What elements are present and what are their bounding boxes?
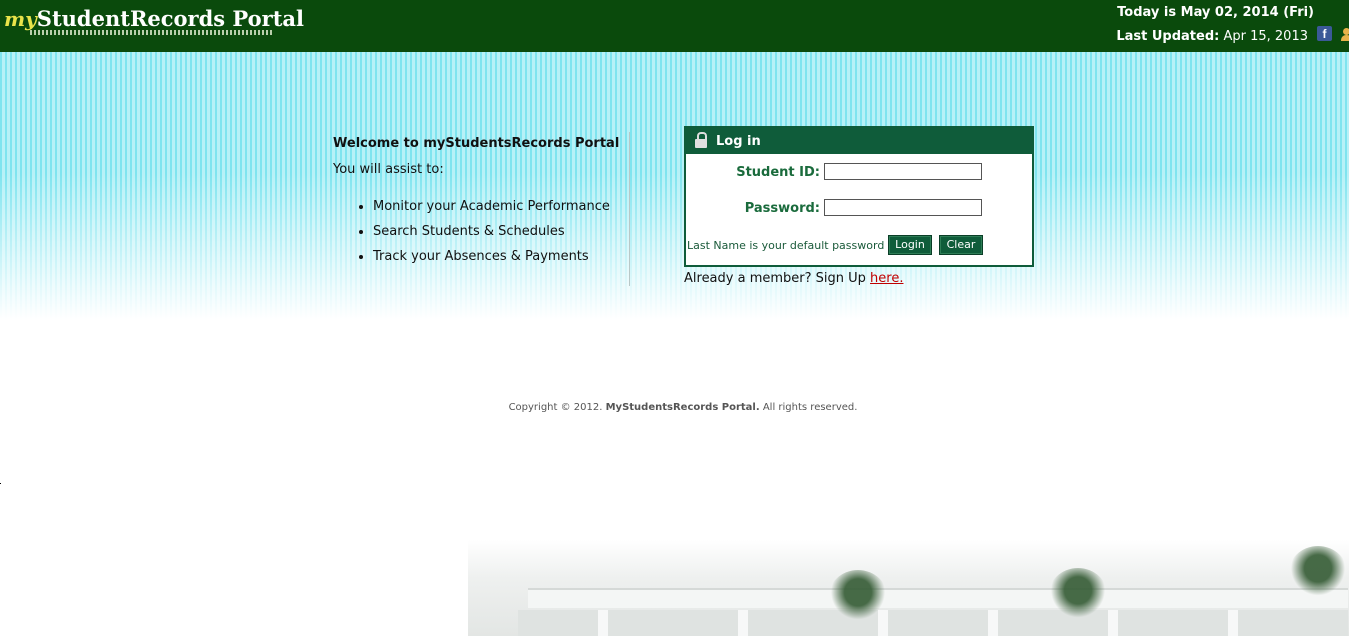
copyright-prefix: Copyright © 2012. xyxy=(508,402,606,413)
login-title: Log in xyxy=(716,134,761,149)
signup-text: Already a member? Sign Up xyxy=(684,271,871,286)
password-hint: Last Name is your default password xyxy=(687,239,885,252)
password-input[interactable] xyxy=(824,199,982,216)
login-header: Log in xyxy=(686,128,1032,154)
signup-link[interactable]: here. xyxy=(870,271,903,286)
logo-prefix: my xyxy=(4,7,37,31)
vertical-divider xyxy=(629,132,630,286)
facebook-icon[interactable]: f xyxy=(1317,26,1332,41)
last-updated-value: Apr 15, 2013 xyxy=(1223,29,1308,44)
student-id-label: Student ID: xyxy=(736,165,820,180)
campus-building-image xyxy=(468,540,1349,636)
logo-underline-decoration xyxy=(30,30,274,35)
logo-title: StudentRecords Portal xyxy=(36,6,305,31)
header-bar: myStudentRecords Portal Today is May 02,… xyxy=(0,0,1349,52)
list-item: Monitor your Academic Performance xyxy=(373,199,623,214)
list-item: Search Students & Schedules xyxy=(373,224,623,239)
copyright-name: MyStudentsRecords Portal. xyxy=(605,402,760,413)
list-item: Track your Absences & Payments xyxy=(373,249,623,264)
clear-button[interactable]: Clear xyxy=(939,235,983,255)
welcome-title: Welcome to myStudentsRecords Portal xyxy=(333,136,620,151)
last-updated: Last Updated: Apr 15, 2013 xyxy=(1116,29,1308,44)
login-button[interactable]: Login xyxy=(888,235,932,255)
feature-list: Monitor your Academic Performance Search… xyxy=(333,199,623,264)
last-updated-label: Last Updated: xyxy=(1116,29,1220,44)
welcome-panel: Welcome to myStudentsRecords Portal You … xyxy=(333,136,623,274)
striped-banner xyxy=(0,52,1349,320)
user-icon[interactable] xyxy=(1341,28,1349,42)
copyright-suffix: All rights reserved. xyxy=(759,402,858,413)
lock-icon xyxy=(695,132,707,148)
password-label: Password: xyxy=(744,201,820,216)
signup-prompt: Already a member? Sign Up here. xyxy=(684,271,903,286)
today-date: Today is May 02, 2014 (Fri) xyxy=(1117,5,1314,20)
welcome-subtitle: You will assist to: xyxy=(333,162,444,177)
student-id-input[interactable] xyxy=(824,163,982,180)
login-panel: Log in Student ID: Password: Last Name i… xyxy=(684,126,1034,267)
footer-copyright: Copyright © 2012. MyStudentsRecords Port… xyxy=(0,402,1349,413)
stray-dot xyxy=(0,483,1,484)
